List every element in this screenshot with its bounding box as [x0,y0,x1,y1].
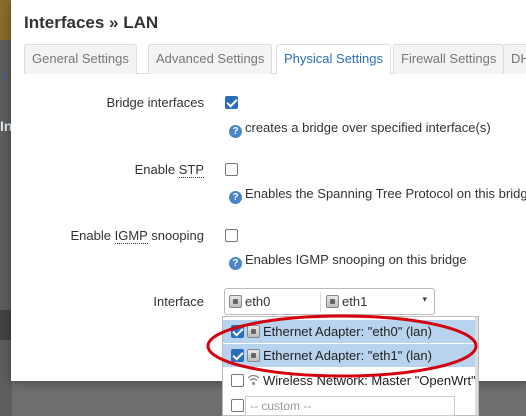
stp-abbr: STP [178,162,204,178]
enable-igmp-label: Enable IGMP snooping [70,228,204,244]
tab-general-settings[interactable]: General Settings [24,44,137,74]
enable-stp-label: Enable STP [134,162,204,178]
tab-physical-settings[interactable]: Physical Settings [276,44,391,75]
selected-chip-eth0-label: eth0 [245,294,271,309]
interface-label: Interface [153,294,204,309]
option-eth1-checkbox[interactable] [231,349,244,362]
enable-igmp-suffix: snooping [147,228,204,243]
ethernet-icon [247,349,260,362]
option-eth0[interactable]: Ethernet Adapter: "eth0" (lan) [223,320,478,343]
tab-dhcp[interactable]: DHC [503,44,526,74]
custom-interface-input[interactable]: -- custom -- [245,396,455,416]
tab-firewall-settings[interactable]: Firewall Settings [393,44,505,74]
enable-igmp-prefix: Enable [70,228,115,243]
enable-stp-prefix: Enable [134,162,179,177]
selected-chip-eth1: eth1 [326,293,367,311]
chip-separator [320,292,321,312]
enable-stp-checkbox[interactable] [225,163,238,176]
enable-stp-hint: ? Enables the Spanning Tree Protocol on t… [229,186,526,204]
help-icon: ? [229,125,242,138]
dropdown-scrollbar[interactable] [475,317,478,415]
bridge-interfaces-hint-text: creates a bridge over specified interfac… [245,120,491,135]
ethernet-icon [247,325,260,338]
bridge-interfaces-checkbox[interactable] [225,96,238,109]
option-custom-checkbox[interactable] [231,399,244,412]
option-wireless[interactable]: Wireless Network: Master "OpenWrt" [223,369,478,392]
option-eth1-label: Ethernet Adapter: "eth1" (lan) [263,348,432,363]
option-wireless-checkbox[interactable] [231,374,244,387]
option-eth0-label: Ethernet Adapter: "eth0" (lan) [263,324,432,339]
tab-advanced-settings[interactable]: Advanced Settings [148,44,273,74]
modal-title: Interfaces » LAN [24,13,159,32]
wifi-icon [247,374,260,385]
interface-dropdown-list: Ethernet Adapter: "eth0" (lan) Ethernet … [222,316,479,416]
bridge-interfaces-label: Bridge interfaces [106,95,204,110]
igmp-abbr: IGMP [114,228,148,244]
enable-igmp-hint-text: Enables IGMP snooping on this bridge [245,252,467,267]
backdrop-link: I [3,70,7,82]
selected-chip-eth0: eth0 [229,293,270,311]
help-icon: ? [229,191,242,204]
bridge-interfaces-hint: ? creates a bridge over specified interfa… [229,120,491,138]
option-custom[interactable]: -- custom -- [223,394,478,416]
tab-bar: General Settings Advanced Settings Physi… [24,44,526,75]
option-wireless-label: Wireless Network: Master "OpenWrt" [263,373,476,388]
selected-chip-eth1-label: eth1 [342,294,368,309]
enable-igmp-checkbox[interactable] [225,229,238,242]
interface-multiselect[interactable]: eth0 eth1 ▾ [224,288,435,315]
enable-igmp-hint: ? Enables IGMP snooping on this bridge [229,252,467,270]
help-icon: ? [229,257,242,270]
ethernet-icon [326,295,339,308]
enable-stp-hint-text: Enables the Spanning Tree Protocol on th… [245,186,526,201]
option-eth0-checkbox[interactable] [231,325,244,338]
ethernet-icon [229,295,242,308]
chevron-down-icon[interactable]: ▾ [422,294,427,305]
option-eth1[interactable]: Ethernet Adapter: "eth1" (lan) [223,344,478,367]
